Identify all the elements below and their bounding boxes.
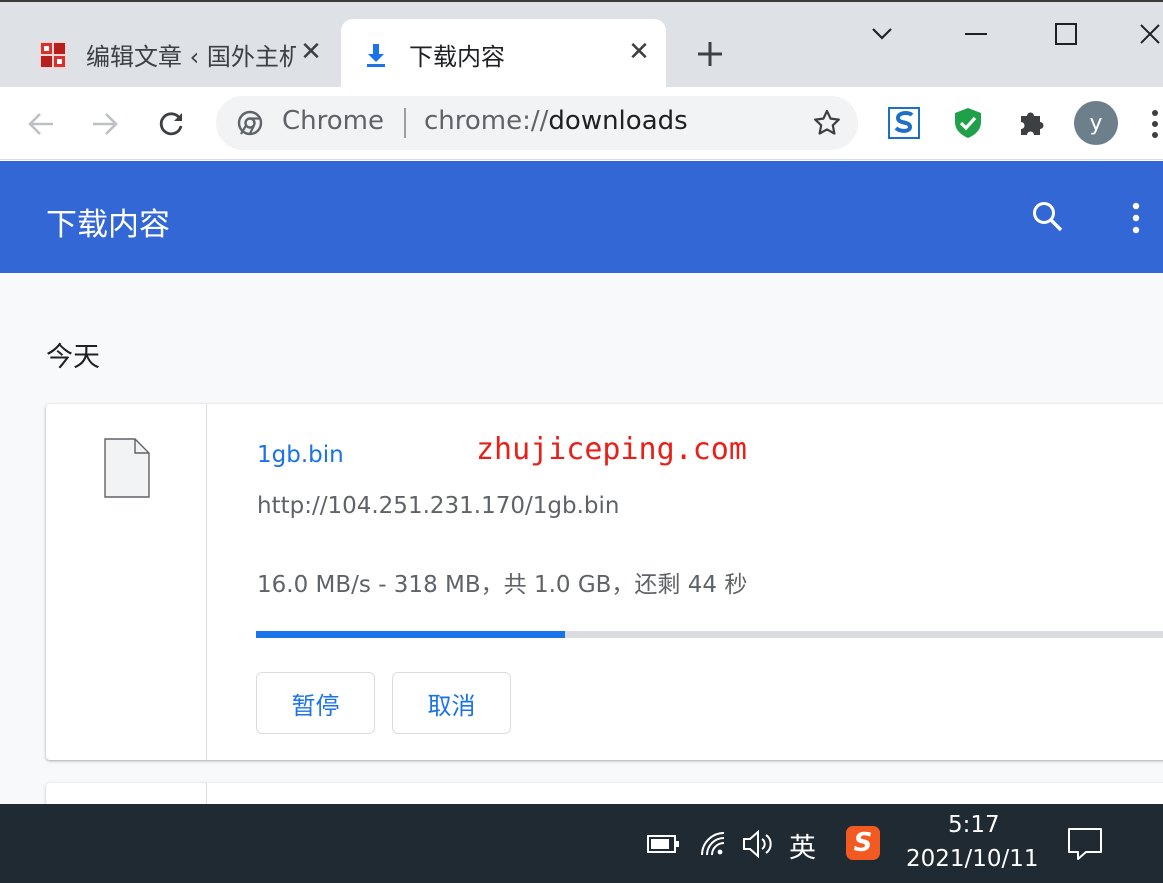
tab-title: 编辑文章 ‹ 国外主机: [86, 43, 296, 71]
speaker-icon: [743, 829, 772, 859]
clock-date[interactable]: 2021/10/11: [906, 846, 1039, 872]
search-icon[interactable]: [1030, 199, 1066, 235]
arrow-left-icon: [28, 113, 53, 135]
bookmark-star-icon[interactable]: [812, 108, 842, 138]
close-window-button[interactable]: [1128, 14, 1163, 54]
tab-search-button[interactable]: [860, 14, 904, 54]
battery-button[interactable]: [646, 826, 682, 862]
site-favicon-icon: [39, 41, 67, 69]
maximize-button[interactable]: [1044, 14, 1088, 54]
tab-close-icon[interactable]: ✕: [296, 37, 326, 67]
file-url[interactable]: http://104.251.231.170/1gb.bin: [257, 493, 619, 519]
download-progress-fill: [256, 631, 566, 638]
plus-icon: [698, 42, 722, 66]
arrow-right-icon: [93, 113, 118, 135]
sogou-ime-icon[interactable]: S: [846, 826, 880, 860]
downloads-list: 今天 1gb.bin zhujiceping.com http://104.25…: [0, 273, 1163, 804]
card-divider: [206, 783, 207, 804]
download-progress-bar: [256, 631, 1163, 638]
notification-center-icon[interactable]: [1066, 826, 1104, 862]
tab-close-icon[interactable]: ✕: [624, 37, 654, 67]
download-item: [46, 783, 1163, 804]
maximize-icon: [1055, 23, 1077, 45]
volume-button[interactable]: [740, 826, 776, 862]
pause-button[interactable]: 暂停: [256, 672, 375, 734]
s-extension-icon: [888, 107, 920, 139]
minimize-icon: [965, 33, 987, 35]
extensions-button[interactable]: [1014, 105, 1050, 141]
watermark-text: zhujiceping.com: [476, 432, 747, 467]
close-icon: [1140, 24, 1160, 44]
browser-toolbar: Chrome chrome://downloads y: [0, 87, 1163, 160]
download-item: 1gb.bin zhujiceping.com http://104.251.2…: [46, 404, 1163, 760]
puzzle-icon: [1021, 112, 1044, 135]
file-icon: [104, 438, 150, 498]
input-language-indicator[interactable]: 英: [789, 826, 816, 865]
reload-button[interactable]: [150, 103, 192, 145]
origin-chip: Chrome: [282, 106, 384, 136]
page-title: 下载内容: [46, 207, 170, 243]
reload-icon: [159, 112, 183, 136]
more-options-icon[interactable]: [1126, 201, 1146, 235]
chrome-icon: [237, 110, 263, 136]
minimize-button[interactable]: [954, 14, 998, 54]
profile-avatar[interactable]: y: [1074, 101, 1118, 145]
battery-icon: [647, 835, 679, 853]
window-top-border: [0, 0, 1163, 2]
omnibox-separator: [404, 108, 406, 138]
date-heading: 今天: [46, 342, 100, 373]
forward-button[interactable]: [84, 103, 126, 145]
tab-strip: 编辑文章 ‹ 国外主机 ✕ 下载内容 ✕: [0, 0, 1163, 87]
tab-title: 下载内容: [409, 43, 505, 71]
shield-extension-button[interactable]: [950, 105, 986, 141]
chevron-down-icon: [872, 28, 892, 40]
tab-downloads[interactable]: 下载内容 ✕: [341, 19, 666, 87]
kebab-menu-icon[interactable]: [1150, 109, 1160, 139]
file-name-link[interactable]: 1gb.bin: [257, 442, 344, 468]
shield-check-icon: [955, 108, 981, 138]
clock-time[interactable]: 5:17: [948, 812, 1000, 838]
url-text[interactable]: chrome://downloads: [424, 106, 688, 136]
new-tab-button[interactable]: [692, 36, 728, 72]
url-path: downloads: [548, 106, 688, 136]
wifi-icon: [701, 832, 725, 856]
cancel-button[interactable]: 取消: [392, 672, 511, 734]
windows-taskbar: 英 S 5:17 2021/10/11: [0, 804, 1163, 883]
download-icon: [367, 44, 385, 67]
downloads-header: 下载内容: [0, 161, 1163, 273]
download-status: 16.0 MB/s - 318 MB，共 1.0 GB，还剩 44 秒: [257, 572, 748, 598]
wifi-button[interactable]: [696, 826, 732, 862]
card-divider: [206, 404, 207, 760]
url-scheme: chrome://: [424, 106, 549, 136]
tab-edit-article[interactable]: 编辑文章 ‹ 国外主机 ✕: [18, 19, 338, 87]
address-bar[interactable]: Chrome chrome://downloads: [216, 96, 858, 150]
sogou-extension-button[interactable]: [886, 105, 922, 141]
back-button[interactable]: [20, 103, 62, 145]
